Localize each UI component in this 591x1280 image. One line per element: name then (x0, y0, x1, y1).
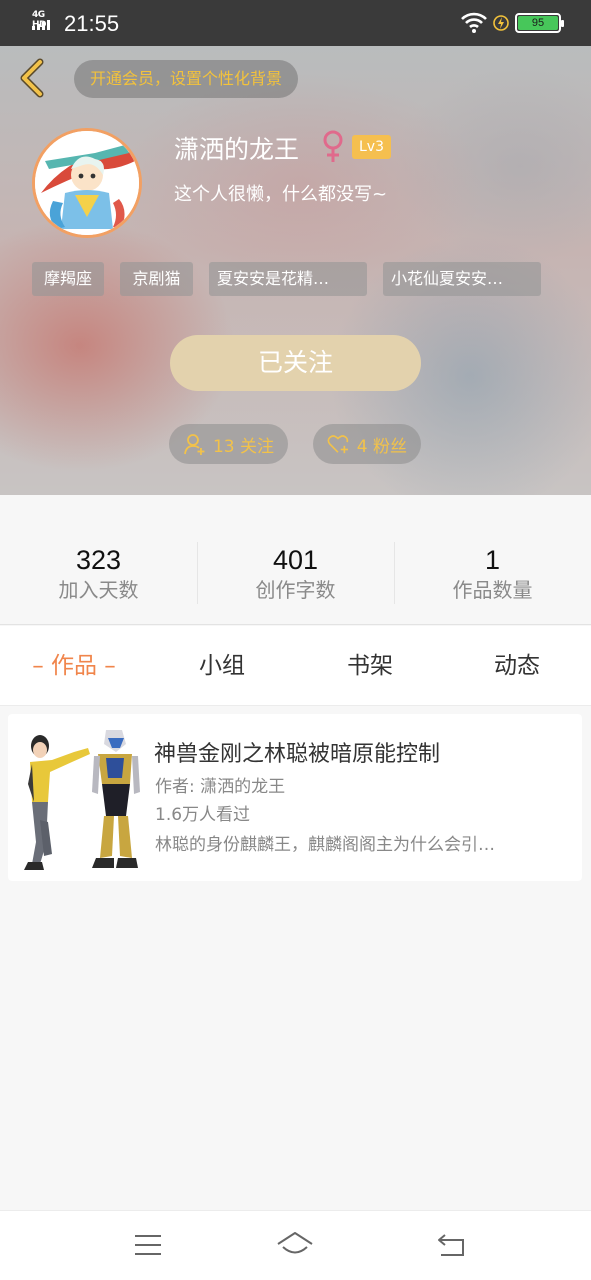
stat-value: 1 (484, 545, 501, 575)
fans-count: 4 粉丝 (356, 436, 407, 457)
profile-header: 开通会员，设置个性化背景 潇洒的龙王 Lv3 这个人很懒，什么都没写~ 摩羯座 … (0, 46, 591, 495)
battery-icon: 95 (515, 13, 564, 33)
username: 潇洒的龙王 (174, 135, 300, 164)
tag[interactable]: 京剧猫 (120, 262, 193, 296)
following-count: 13 关注 (212, 436, 274, 457)
stat-label: 作品数量 (452, 578, 533, 602)
follow-button[interactable]: 已关注 (170, 335, 421, 391)
wifi-icon (461, 12, 487, 33)
avatar-image (35, 131, 139, 235)
tab-dash-left: – (32, 653, 51, 679)
stat-value: 401 (272, 545, 319, 575)
heart-add-icon (327, 435, 349, 454)
tag[interactable]: 摩羯座 (32, 262, 104, 296)
fans-chip[interactable]: 4 粉丝 (313, 424, 421, 464)
work-views: 1.6万人看过 (155, 805, 251, 825)
tab-activity[interactable]: 动态 (443, 626, 591, 706)
stat-label: 加入天数 (58, 578, 139, 602)
tag[interactable]: 夏安安是花精… (209, 262, 367, 296)
tab-bookshelf[interactable]: 书架 (296, 626, 444, 706)
home-icon[interactable] (275, 1228, 315, 1262)
battery-level: 95 (518, 16, 558, 30)
work-title: 神兽金刚之林聪被暗原能控制 (154, 742, 441, 767)
back-icon[interactable] (431, 1228, 471, 1262)
tab-dash-right: – (97, 653, 116, 679)
clock: 21:55 (64, 11, 120, 36)
following-chip[interactable]: 13 关注 (169, 424, 288, 464)
tag[interactable]: 小花仙夏安安… (383, 262, 541, 296)
works-list: 神兽金刚之林聪被暗原能控制 作者: 潇洒的龙王 1.6万人看过 林聪的身份麒麟王… (0, 706, 591, 1210)
tab-groups[interactable]: 小组 (148, 626, 296, 706)
menu-icon[interactable] (128, 1228, 168, 1262)
status-bar: 4G HD 21:55 95 (0, 0, 591, 46)
interest-tags: 摩羯座 京剧猫 夏安安是花精… 小花仙夏安安… (32, 262, 541, 296)
bio: 这个人很懒，什么都没写~ (174, 184, 388, 205)
female-icon (323, 130, 343, 162)
system-nav-bar (0, 1210, 591, 1280)
vip-background-banner[interactable]: 开通会员，设置个性化背景 (74, 60, 299, 98)
stat-days-joined: 323 加入天数 (0, 543, 197, 603)
stat-words-written: 401 创作字数 (197, 543, 394, 603)
work-author: 作者: 潇洒的龙王 (155, 777, 286, 797)
stat-works-count: 1 作品数量 (394, 543, 591, 603)
profile-tabs: – 作品 – 小组 书架 动态 (0, 626, 591, 706)
person-add-icon (184, 434, 205, 455)
charging-icon (493, 15, 509, 31)
work-cover-image (14, 724, 142, 872)
stat-value: 323 (75, 545, 122, 575)
avatar[interactable] (32, 128, 142, 238)
stats-row: 323 加入天数 401 创作字数 1 作品数量 (0, 495, 591, 625)
level-badge: Lv3 (352, 135, 391, 159)
work-description: 林聪的身份麒麟王，麒麟阁阁主为什么会引… (155, 835, 495, 855)
tab-works[interactable]: – 作品 – (0, 626, 148, 706)
tab-label: 作品 (51, 653, 97, 679)
stat-label: 创作字数 (255, 578, 336, 602)
list-item[interactable]: 神兽金刚之林聪被暗原能控制 作者: 潇洒的龙王 1.6万人看过 林聪的身份麒麟王… (8, 714, 582, 881)
signal-icon: 4G HD (32, 10, 58, 32)
chevron-left-icon[interactable] (14, 58, 48, 98)
